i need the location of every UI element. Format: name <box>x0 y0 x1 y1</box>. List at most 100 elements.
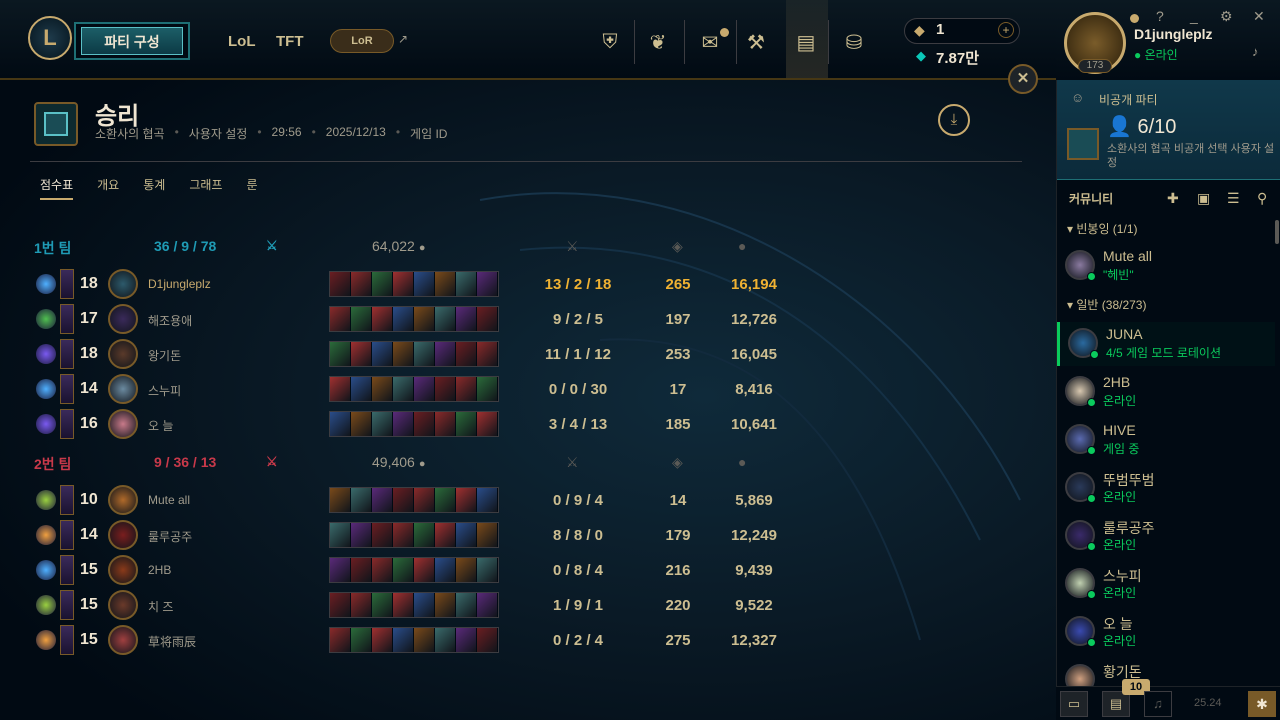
item-icon[interactable] <box>414 377 435 401</box>
player-name[interactable]: 오 늘 <box>148 417 173 434</box>
item-icon[interactable] <box>414 272 435 296</box>
item-icon[interactable] <box>477 488 498 512</box>
item-icon[interactable] <box>435 593 456 617</box>
item-icon[interactable] <box>351 593 372 617</box>
item-icon[interactable] <box>393 488 414 512</box>
item-icon[interactable] <box>456 593 477 617</box>
player-row[interactable]: 14 스누피 0 / 0 / 30 17 8,416 <box>36 374 796 404</box>
item-icon[interactable] <box>372 488 393 512</box>
scrollbar[interactable] <box>1275 220 1279 244</box>
list-view-icon[interactable]: ☰ <box>1227 190 1240 207</box>
search-icon[interactable]: ⚲ <box>1257 190 1267 207</box>
item-icon[interactable] <box>351 307 372 331</box>
item-icon[interactable] <box>456 558 477 582</box>
item-icon[interactable] <box>435 307 456 331</box>
collection-icon[interactable]: ▤ <box>786 24 826 60</box>
item-icon[interactable] <box>372 593 393 617</box>
item-icon[interactable] <box>351 628 372 652</box>
item-icon[interactable] <box>372 412 393 436</box>
rank-icon[interactable]: ❦ <box>638 24 678 60</box>
microphone-icon[interactable]: ♫ <box>1144 691 1172 717</box>
item-icon[interactable] <box>393 558 414 582</box>
item-icon[interactable] <box>456 488 477 512</box>
profile-status[interactable]: ● 온라인 <box>1134 46 1178 63</box>
profile-name[interactable]: D1jungleplz <box>1134 26 1213 42</box>
nav-lol[interactable]: LoL <box>228 33 256 50</box>
item-icon[interactable] <box>330 558 351 582</box>
tab-stats[interactable]: 통계 <box>143 176 165 200</box>
item-icon[interactable] <box>393 272 414 296</box>
item-icon[interactable] <box>414 307 435 331</box>
item-icon[interactable] <box>477 307 498 331</box>
tab-graph[interactable]: 그래프 <box>189 176 222 200</box>
item-icon[interactable] <box>351 558 372 582</box>
player-name[interactable]: D1jungleplz <box>148 277 211 291</box>
item-icon[interactable] <box>330 593 351 617</box>
nav-tft[interactable]: TFT <box>276 33 304 50</box>
item-icon[interactable] <box>435 272 456 296</box>
player-name[interactable]: 스누피 <box>148 382 181 399</box>
friend-item[interactable]: 뚜범뚜범 온라인 <box>1057 466 1275 510</box>
item-icon[interactable] <box>414 558 435 582</box>
item-icon[interactable] <box>372 272 393 296</box>
item-icon[interactable] <box>477 523 498 547</box>
item-icon[interactable] <box>414 523 435 547</box>
item-icon[interactable] <box>351 272 372 296</box>
item-icon[interactable] <box>456 628 477 652</box>
champion-icon[interactable] <box>108 304 138 334</box>
bug-report-icon[interactable]: ✱ <box>1248 691 1276 717</box>
item-icon[interactable] <box>435 523 456 547</box>
item-icon[interactable] <box>477 412 498 436</box>
party-card[interactable]: ☺ 비공개 파티 👤 6/10 소환사의 협곡 비공개 선택 사용자 설정 <box>1057 80 1280 180</box>
player-row[interactable]: 15 치 즈 1 / 9 / 1 220 9,522 <box>36 590 796 620</box>
item-icon[interactable] <box>393 523 414 547</box>
item-icon[interactable] <box>435 558 456 582</box>
item-icon[interactable] <box>372 558 393 582</box>
item-icon[interactable] <box>372 342 393 366</box>
item-icon[interactable] <box>351 342 372 366</box>
player-row[interactable]: 14 룰루공주 8 / 8 / 0 179 12,249 <box>36 520 796 550</box>
store-icon[interactable]: ⛁ <box>834 24 874 60</box>
item-icon[interactable] <box>393 593 414 617</box>
item-icon[interactable] <box>456 342 477 366</box>
champion-icon[interactable] <box>108 339 138 369</box>
item-icon[interactable] <box>477 342 498 366</box>
player-name[interactable]: 룰루공주 <box>148 528 192 545</box>
item-icon[interactable] <box>435 628 456 652</box>
group-header-favorite[interactable]: ▾ 빈봉잉 (1/1) <box>1067 220 1138 237</box>
download-icon[interactable]: ⤓ <box>938 104 970 136</box>
item-icon[interactable] <box>435 342 456 366</box>
nav-lor[interactable]: LoR <box>330 29 394 53</box>
friend-item[interactable]: Mute all "헤빈" <box>1057 244 1275 288</box>
item-icon[interactable] <box>456 523 477 547</box>
item-icon[interactable] <box>351 412 372 436</box>
item-icon[interactable] <box>456 412 477 436</box>
player-name[interactable]: 해조용애 <box>148 312 192 329</box>
minimize-icon[interactable]: _ <box>1190 8 1198 24</box>
item-icon[interactable] <box>351 488 372 512</box>
player-name[interactable]: 草将雨辰 <box>148 633 196 650</box>
notification-bell-icon[interactable]: ♪ <box>1252 44 1259 59</box>
friend-item[interactable]: 2HB 온라인 <box>1057 370 1275 414</box>
item-icon[interactable] <box>435 377 456 401</box>
add-friend-icon[interactable]: ✚ <box>1167 190 1179 207</box>
player-name[interactable]: 왕기돈 <box>148 347 181 364</box>
item-icon[interactable] <box>393 342 414 366</box>
player-row[interactable]: 15 2HB 0 / 8 / 4 216 9,439 <box>36 555 796 585</box>
item-icon[interactable] <box>477 377 498 401</box>
add-folder-icon[interactable]: ▣ <box>1197 190 1210 207</box>
player-name[interactable]: 치 즈 <box>148 598 173 615</box>
item-icon[interactable] <box>456 272 477 296</box>
friend-item[interactable]: 룰루공주 온라인 <box>1057 514 1275 558</box>
champion-icon[interactable] <box>108 374 138 404</box>
friend-item[interactable]: JUNA 4/5 게임 모드 로테이션 <box>1057 322 1275 366</box>
item-icon[interactable] <box>372 377 393 401</box>
item-icon[interactable] <box>414 342 435 366</box>
tab-runes[interactable]: 룬 <box>246 176 257 200</box>
group-header-general[interactable]: ▾ 일반 (38/273) <box>1067 296 1146 313</box>
item-icon[interactable] <box>477 628 498 652</box>
friend-item[interactable]: HIVE 게임 중 <box>1057 418 1275 462</box>
item-icon[interactable] <box>414 412 435 436</box>
item-icon[interactable] <box>330 488 351 512</box>
buy-rp-button[interactable]: + <box>998 22 1014 38</box>
